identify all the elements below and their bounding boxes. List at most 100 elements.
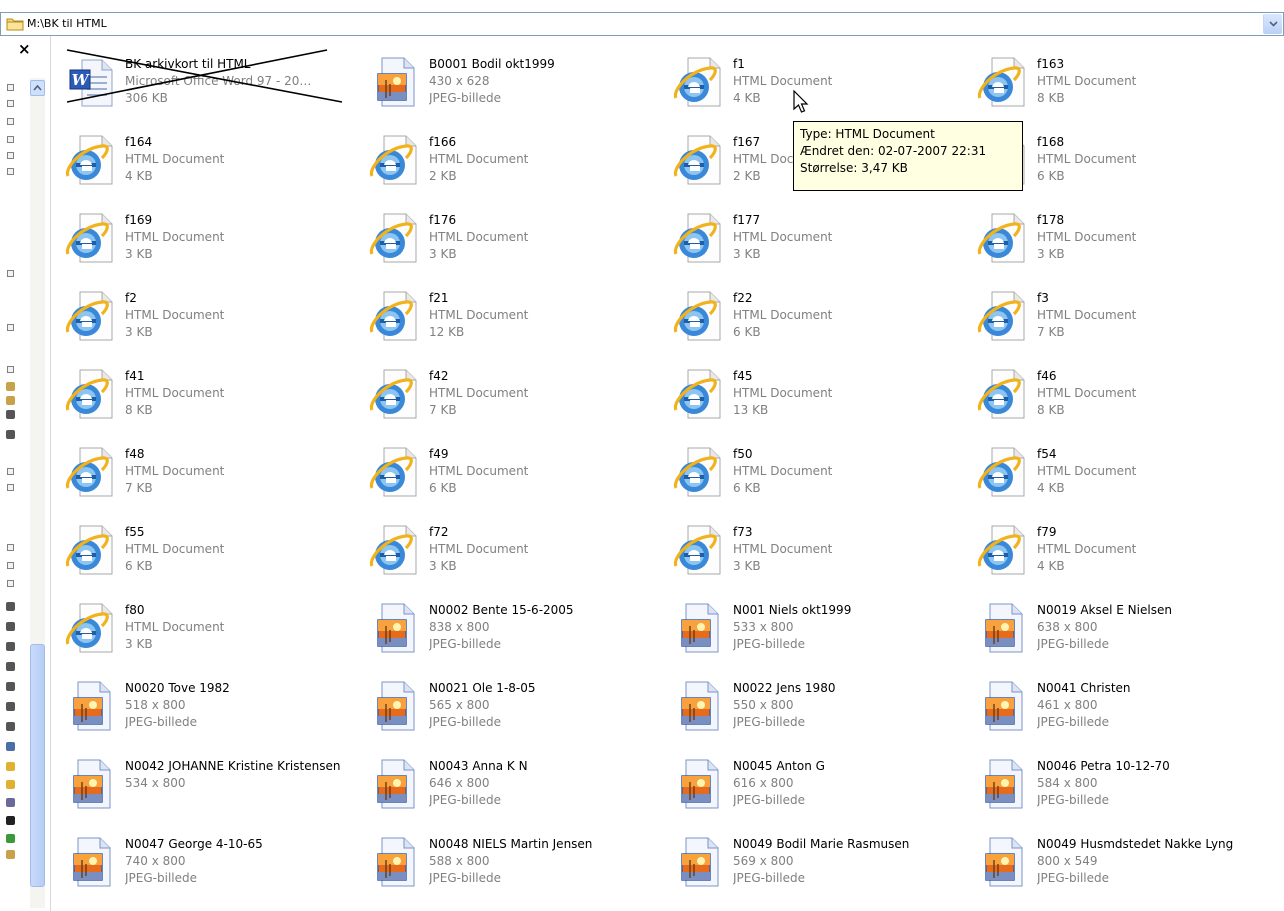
file-item[interactable]: f169 HTML Document 3 KB	[62, 210, 362, 286]
file-name: N0002 Bente 15-6-2005	[429, 603, 574, 617]
tree-folder-icon[interactable]	[6, 410, 15, 419]
file-item[interactable]: f3 HTML Document 7 KB	[974, 288, 1274, 364]
file-item[interactable]: f177 HTML Document 3 KB	[670, 210, 970, 286]
tree-expand-icon[interactable]	[7, 84, 14, 91]
file-item[interactable]: f2 HTML Document 3 KB	[62, 288, 362, 364]
file-text: N0022 Jens 1980 550 x 800 JPEG-billede	[733, 680, 969, 731]
file-type: HTML Document	[1037, 542, 1137, 556]
tree-folder-icon[interactable]	[6, 662, 15, 671]
ie-html-icon	[65, 135, 113, 185]
tree-expand-icon[interactable]	[7, 324, 14, 331]
tree-folder-icon[interactable]	[6, 682, 15, 691]
address-path[interactable]: M:\BK til HTML	[27, 17, 107, 30]
file-item[interactable]: f166 HTML Document 2 KB	[366, 132, 666, 208]
tree-expand-icon[interactable]	[7, 544, 14, 551]
file-item[interactable]: f50 HTML Document 6 KB	[670, 444, 970, 520]
file-text: N0002 Bente 15-6-2005 838 x 800 JPEG-bil…	[429, 602, 665, 653]
ie-html-icon	[977, 213, 1025, 263]
file-item[interactable]: N0019 Aksel E Nielsen 638 x 800 JPEG-bil…	[974, 600, 1274, 676]
tree-folder-icon[interactable]	[6, 642, 15, 651]
file-item[interactable]: N0045 Anton G 616 x 800 JPEG-billede	[670, 756, 970, 832]
file-name: f166	[429, 135, 457, 149]
tree-expand-icon[interactable]	[7, 270, 14, 277]
file-item[interactable]: f72 HTML Document 3 KB	[366, 522, 666, 598]
file-type: 588 x 800	[429, 854, 490, 868]
file-item[interactable]: f45 HTML Document 13 KB	[670, 366, 970, 442]
file-item[interactable]: f54 HTML Document 4 KB	[974, 444, 1274, 520]
file-item[interactable]: f164 HTML Document 4 KB	[62, 132, 362, 208]
tree-expand-icon[interactable]	[7, 468, 14, 475]
tree-expand-icon[interactable]	[7, 562, 14, 569]
tree-folder-icon[interactable]	[6, 396, 15, 405]
scroll-thumb[interactable]	[30, 644, 45, 887]
address-bar[interactable]: M:\BK til HTML	[0, 12, 1284, 36]
file-size: 3 KB	[429, 559, 457, 573]
file-item[interactable]: f49 HTML Document 6 KB	[366, 444, 666, 520]
file-item[interactable]: N0049 Bodil Marie Rasmusen 569 x 800 JPE…	[670, 834, 970, 910]
file-item[interactable]: N0042 JOHANNE Kristine Kristensen 534 x …	[62, 756, 362, 832]
file-item[interactable]: N0048 NIELS Martin Jensen 588 x 800 JPEG…	[366, 834, 666, 910]
scroll-up-button[interactable]	[30, 80, 45, 96]
file-item[interactable]: f79 HTML Document 4 KB	[974, 522, 1274, 598]
tree-folder-icon[interactable]	[6, 602, 15, 611]
file-item[interactable]: N0041 Christen 461 x 800 JPEG-billede	[974, 678, 1274, 754]
file-item[interactable]: f21 HTML Document 12 KB	[366, 288, 666, 364]
tree-folder-icon[interactable]	[6, 722, 15, 731]
file-text: N001 Niels okt1999 533 x 800 JPEG-billed…	[733, 602, 969, 653]
file-item[interactable]: f178 HTML Document 3 KB	[974, 210, 1274, 286]
file-item[interactable]: N0002 Bente 15-6-2005 838 x 800 JPEG-bil…	[366, 600, 666, 676]
file-text: N0046 Petra 10-12-70 584 x 800 JPEG-bill…	[1037, 758, 1273, 809]
file-item[interactable]: f41 HTML Document 8 KB	[62, 366, 362, 442]
tree-expand-icon[interactable]	[7, 100, 14, 107]
ie-html-icon	[673, 369, 721, 419]
file-size: 7 KB	[1037, 325, 1065, 339]
file-item[interactable]: N0020 Tove 1982 518 x 800 JPEG-billede	[62, 678, 362, 754]
file-type: HTML Document	[125, 152, 225, 166]
tree-expand-icon[interactable]	[7, 136, 14, 143]
file-item[interactable]: f1 HTML Document 4 KB	[670, 54, 970, 130]
tree-folder-icon[interactable]	[6, 742, 15, 751]
tree-folder-icon[interactable]	[6, 762, 15, 771]
file-item[interactable]: f48 HTML Document 7 KB	[62, 444, 362, 520]
tree-expand-icon[interactable]	[7, 366, 14, 373]
file-item[interactable]: f163 HTML Document 8 KB	[974, 54, 1274, 130]
file-item[interactable]: f22 HTML Document 6 KB	[670, 288, 970, 364]
file-item[interactable]: f46 HTML Document 8 KB	[974, 366, 1274, 442]
tree-folder-icon[interactable]	[6, 850, 15, 859]
tree-folder-icon[interactable]	[6, 382, 15, 391]
close-pane-button[interactable]: ×	[18, 42, 31, 57]
file-item[interactable]: N0046 Petra 10-12-70 584 x 800 JPEG-bill…	[974, 756, 1274, 832]
file-name: N0046 Petra 10-12-70	[1037, 759, 1170, 773]
tree-expand-icon[interactable]	[7, 580, 14, 587]
file-text: N0043 Anna K N 646 x 800 JPEG-billede	[429, 758, 665, 809]
tree-expand-icon[interactable]	[7, 168, 14, 175]
file-item[interactable]: N0043 Anna K N 646 x 800 JPEG-billede	[366, 756, 666, 832]
file-item[interactable]: f42 HTML Document 7 KB	[366, 366, 666, 442]
file-item[interactable]: f176 HTML Document 3 KB	[366, 210, 666, 286]
tree-folder-icon[interactable]	[6, 702, 15, 711]
file-text: f50 HTML Document 6 KB	[733, 446, 969, 497]
file-item[interactable]: N0022 Jens 1980 550 x 800 JPEG-billede	[670, 678, 970, 754]
tooltip-type: Type: HTML Document	[800, 127, 935, 141]
file-item[interactable]: f73 HTML Document 3 KB	[670, 522, 970, 598]
file-item[interactable]: f55 HTML Document 6 KB	[62, 522, 362, 598]
tree-folder-icon[interactable]	[6, 430, 15, 439]
file-item[interactable]: N0049 Husmdstedet Nakke Lyng 800 x 549 J…	[974, 834, 1274, 910]
file-item[interactable]: N0047 George 4-10-65 740 x 800 JPEG-bill…	[62, 834, 362, 910]
file-item[interactable]: f80 HTML Document 3 KB	[62, 600, 362, 676]
tree-expand-icon[interactable]	[7, 152, 14, 159]
file-text: f55 HTML Document 6 KB	[125, 524, 361, 575]
tree-folder-icon[interactable]	[6, 622, 15, 631]
tree-folder-icon[interactable]	[6, 780, 15, 789]
file-item[interactable]: N001 Niels okt1999 533 x 800 JPEG-billed…	[670, 600, 970, 676]
tree-folder-icon[interactable]	[6, 816, 15, 825]
address-dropdown-button[interactable]	[1263, 14, 1282, 34]
tree-folder-icon[interactable]	[6, 834, 15, 843]
file-name: N001 Niels okt1999	[733, 603, 852, 617]
chevron-down-icon	[1268, 21, 1278, 27]
file-item[interactable]: B0001 Bodil okt1999 430 x 628 JPEG-bille…	[366, 54, 666, 130]
tree-expand-icon[interactable]	[7, 118, 14, 125]
tree-expand-icon[interactable]	[7, 484, 14, 491]
file-item[interactable]: N0021 Ole 1-8-05 565 x 800 JPEG-billede	[366, 678, 666, 754]
tree-folder-icon[interactable]	[6, 798, 15, 807]
